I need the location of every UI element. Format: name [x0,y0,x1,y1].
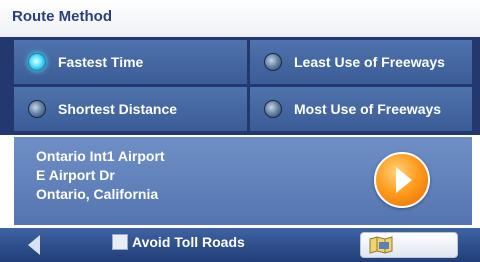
play-arrow-icon [396,167,412,193]
bottom-bar: Avoid Toll Roads [0,228,480,262]
avoid-toll-label: Avoid Toll Roads [132,234,245,250]
address-line-2: E Airport Dr [36,167,115,183]
map-button[interactable] [360,232,458,258]
option-least-use-of-freeways[interactable]: Least Use of Freeways [250,40,472,84]
destination-address: Ontario Int1 Airport E Airport Dr Ontari… [36,147,165,204]
address-line-3: Ontario, California [36,186,159,202]
option-most-use-of-freeways[interactable]: Most Use of Freeways [250,87,472,131]
option-label: Shortest Distance [58,101,178,117]
radio-selected-icon[interactable] [28,53,46,71]
option-shortest-distance[interactable]: Shortest Distance [14,87,247,131]
radio-unselected-icon[interactable] [264,53,282,71]
option-fastest-time[interactable]: Fastest Time [14,40,247,84]
avoid-toll-roads-toggle[interactable]: Avoid Toll Roads [112,234,245,250]
route-options-grid: Fastest Time Least Use of Freeways Short… [0,37,480,135]
option-label: Fastest Time [58,54,144,70]
avoid-toll-checkbox[interactable] [112,234,128,250]
back-arrow-icon[interactable] [24,234,46,256]
option-label: Most Use of Freeways [294,101,442,117]
map-icon [369,236,393,254]
go-button[interactable] [374,152,430,208]
screen-title: Route Method [0,0,480,37]
radio-unselected-icon[interactable] [264,100,282,118]
option-label: Least Use of Freeways [294,54,445,70]
radio-unselected-icon[interactable] [28,100,46,118]
destination-panel: Ontario Int1 Airport E Airport Dr Ontari… [14,137,472,225]
address-line-1: Ontario Int1 Airport [36,148,165,164]
